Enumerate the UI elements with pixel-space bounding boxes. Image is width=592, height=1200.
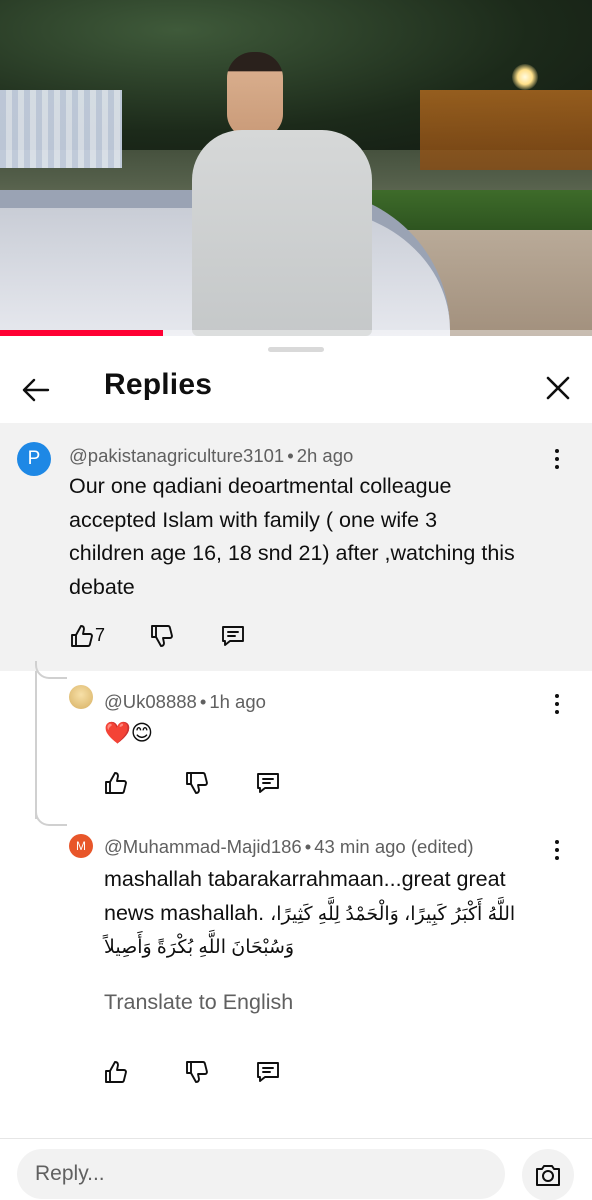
comment-author[interactable]: @pakistanagriculture3101	[69, 445, 284, 466]
comment-actions	[96, 1052, 296, 1092]
comment-text-line: mashallah tabarakarrahmaan...great great	[104, 867, 506, 891]
like-count: 7	[95, 625, 106, 645]
more-dot-icon	[554, 855, 560, 861]
comment-time: 1h ago	[209, 691, 266, 712]
comment-actions: 7	[62, 616, 302, 656]
comment-text-line: debate	[69, 574, 135, 599]
comment-author[interactable]: @Uk08888	[104, 691, 197, 712]
replies-header: Replies	[0, 354, 592, 422]
avatar[interactable]	[69, 685, 93, 709]
comment-text-arabic: وَسُبْحَانَ اللَّهِ بُكْرَةً وَأَصِيلاً	[104, 937, 295, 958]
smile-emoji: 😊	[130, 721, 154, 745]
comment-meta: @Muhammad-Majid186 • 43 min ago (edited)	[104, 836, 474, 858]
video-tile-wall	[0, 90, 122, 168]
reply-input[interactable]: Reply...	[17, 1149, 505, 1199]
more-dot-icon	[554, 701, 560, 707]
avatar[interactable]: P	[17, 442, 51, 476]
comment-text: Our one qadiani deoartmental colleague a…	[69, 470, 574, 604]
thumbs-down-icon	[186, 1061, 208, 1083]
video-street-light	[512, 64, 538, 90]
thumbs-down-icon	[151, 625, 173, 647]
comment-text-line: accepted Islam with family ( one wife 3	[69, 507, 438, 532]
comment-meta: @Uk08888 • 1h ago	[104, 691, 266, 713]
comment-text-arabic: اللَّهُ أَكْبَرُ كَبِيرًا، وَالْحَمْدُ ل…	[270, 903, 516, 925]
close-icon	[546, 376, 570, 400]
more-options-button[interactable]	[542, 684, 572, 724]
comment-icon	[257, 1062, 279, 1082]
back-button[interactable]	[14, 368, 58, 412]
close-button[interactable]	[536, 366, 580, 410]
comment-icon	[222, 626, 244, 646]
like-button[interactable]	[96, 763, 136, 803]
reply-button[interactable]	[213, 616, 253, 656]
avatar[interactable]: M	[69, 834, 93, 858]
arrow-left-icon	[22, 378, 50, 402]
more-dot-icon	[554, 448, 560, 454]
reply-composer: Reply...	[0, 1138, 592, 1200]
parent-comment: P @pakistanagriculture3101 • 2h ago Our on…	[0, 423, 592, 671]
comment-text-line: children age 16, 18 snd 21) after ,watch…	[69, 541, 515, 565]
replies-panel: Replies P @pakistanagriculture3101 • 2h ag…	[0, 336, 592, 1200]
comment-time: 2h ago	[296, 445, 354, 466]
comment-meta: @pakistanagriculture3101 • 2h ago	[69, 445, 353, 467]
more-dot-icon	[554, 709, 560, 715]
reply-button[interactable]	[248, 763, 288, 803]
comment-time: 43 min ago (edited)	[314, 836, 474, 857]
drag-handle[interactable]	[268, 347, 324, 352]
more-dot-icon	[554, 847, 560, 853]
comment-author[interactable]: @Muhammad-Majid186	[104, 836, 302, 857]
comment-text-line: Our one qadiani deoartmental colleague	[69, 474, 452, 498]
meta-separator: •	[304, 836, 312, 857]
video-person-head	[227, 52, 283, 138]
more-dot-icon	[554, 693, 560, 699]
meta-separator: •	[199, 691, 207, 712]
thumbs-up-icon	[105, 772, 127, 794]
like-button[interactable]	[96, 1052, 136, 1092]
comment-actions	[96, 763, 296, 803]
video-player[interactable]	[0, 0, 592, 336]
thumbs-up-icon	[71, 625, 93, 647]
comment-text-line: news mashallah. اللَّهُ أَكْبَرُ كَبِيرً…	[104, 897, 574, 932]
more-dot-icon	[554, 456, 560, 462]
translate-link[interactable]: Translate to English	[104, 990, 293, 1015]
thumbs-down-icon	[186, 772, 208, 794]
video-person-body	[192, 130, 372, 336]
comment-text: mashallah tabarakarrahmaan...great great…	[104, 863, 574, 965]
video-building	[420, 90, 592, 170]
dislike-button[interactable]	[142, 616, 182, 656]
more-dot-icon	[554, 839, 560, 845]
dislike-button[interactable]	[177, 763, 217, 803]
video-person	[192, 52, 372, 336]
comment-text-latin: news mashallah.	[104, 900, 265, 925]
camera-button[interactable]	[522, 1149, 574, 1200]
more-dot-icon	[554, 464, 560, 470]
camera-icon	[536, 1165, 560, 1186]
heart-emoji: ❤️	[104, 721, 131, 745]
thread-line	[35, 679, 37, 819]
comment-text: ❤️😊	[104, 717, 153, 751]
page-title: Replies	[104, 368, 213, 401]
thread-connector	[35, 808, 67, 826]
dislike-button[interactable]	[177, 1052, 217, 1092]
reply-button[interactable]	[248, 1052, 288, 1092]
thread-connector	[35, 661, 67, 679]
comment-icon	[257, 773, 279, 793]
meta-separator: •	[287, 445, 294, 466]
thumbs-up-icon	[105, 1061, 127, 1083]
